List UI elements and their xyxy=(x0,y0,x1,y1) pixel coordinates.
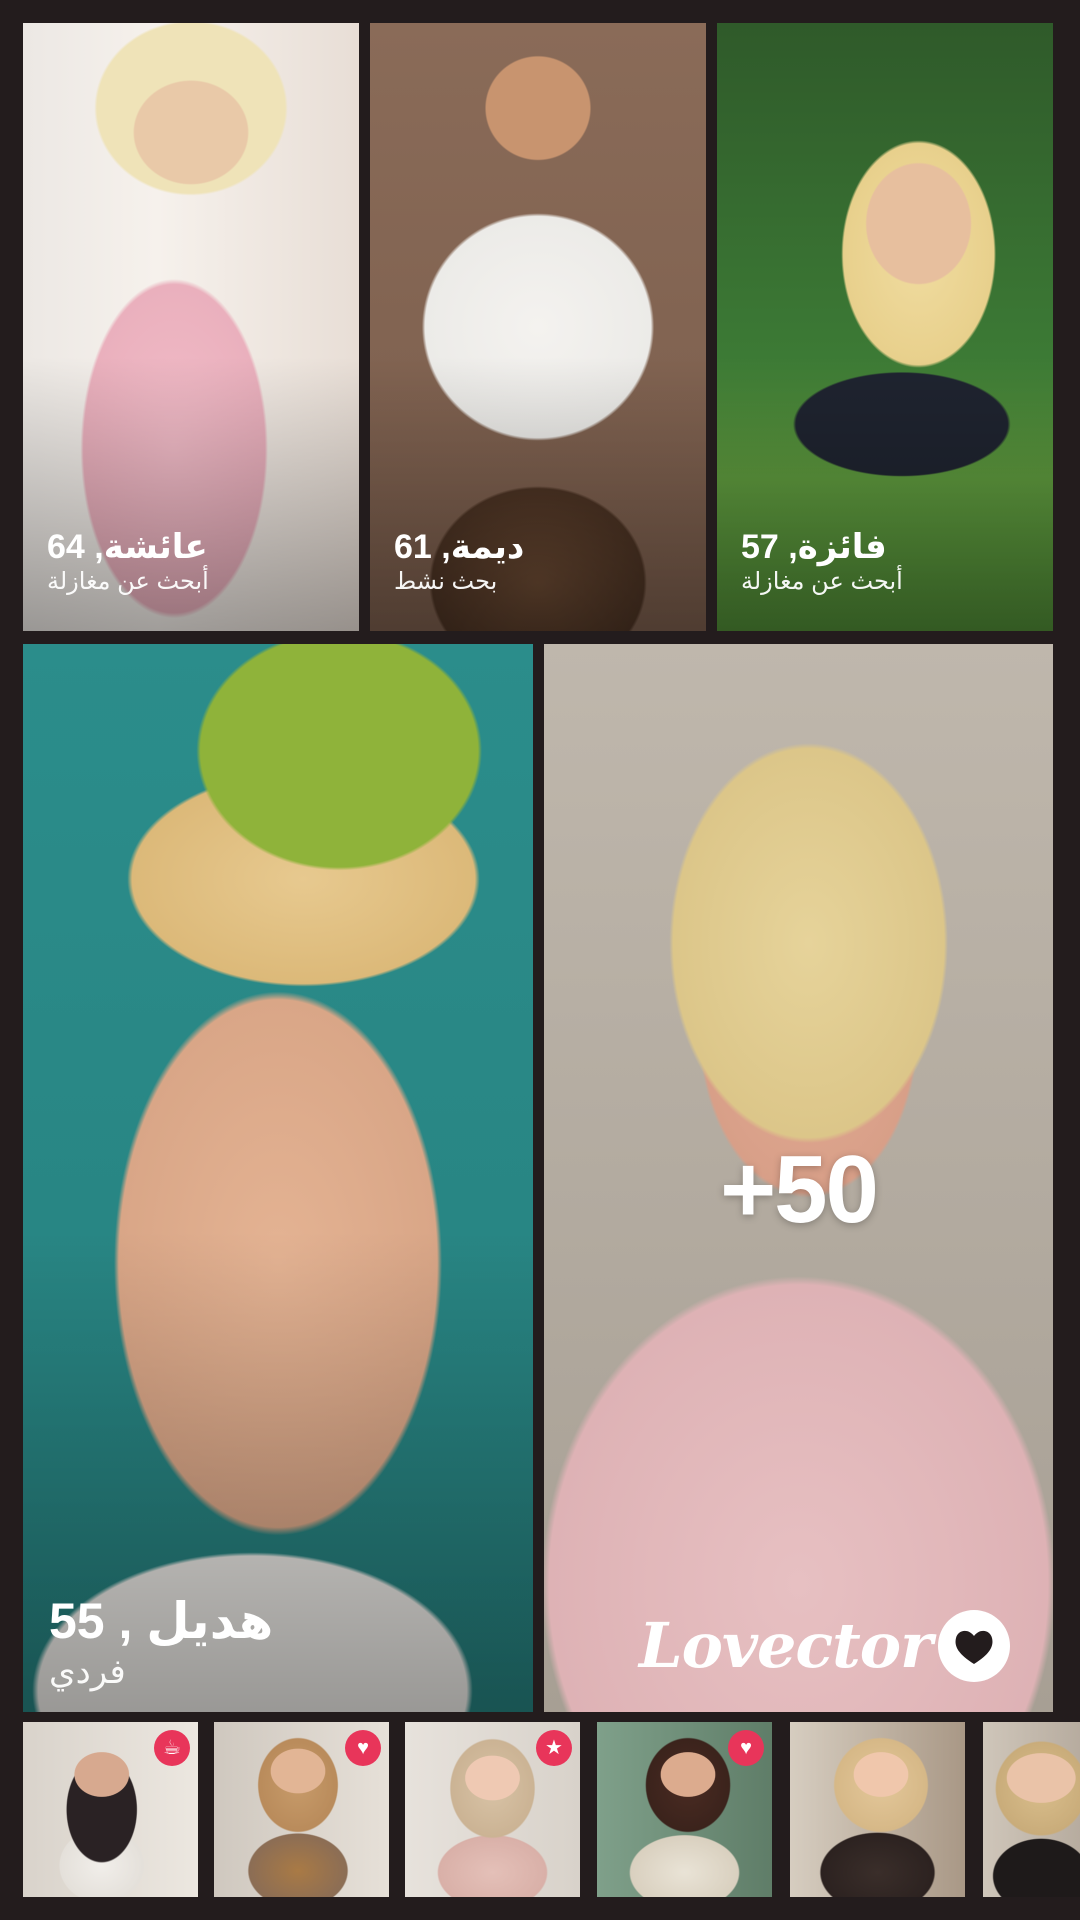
heart-icon: ♥ xyxy=(345,1730,381,1766)
profile-name: هديل , 55 xyxy=(49,1593,274,1649)
profile-caption: فائزة, 57 أبحث عن مغازلة xyxy=(741,527,903,597)
profile-grid: عائشة, 64 أبحث عن مغازلة ديمة, 61 بحث نش… xyxy=(0,0,1080,1920)
brand-wordmark: Lovector xyxy=(639,1609,933,1682)
profile-caption: عائشة, 64 أبحث عن مغازلة xyxy=(47,527,209,597)
cup-icon: ☕ xyxy=(154,1730,190,1766)
brand-heart-icon xyxy=(937,1609,1010,1682)
profile-card-faiza[interactable]: فائزة, 57 أبحث عن مغازلة xyxy=(717,23,1053,631)
profile-caption: هديل , 55 فردي xyxy=(49,1592,273,1694)
profile-card-dima[interactable]: ديمة, 61 بحث نشط xyxy=(370,23,706,631)
profile-tagline: أبحث عن مغازلة xyxy=(741,568,903,595)
profile-caption: ديمة, 61 بحث نشط xyxy=(394,527,524,597)
profile-name: فائزة, 57 xyxy=(741,528,887,566)
profile-name: ديمة, 61 xyxy=(394,528,525,566)
thumbnail-6[interactable] xyxy=(983,1722,1080,1897)
profile-tagline: بحث نشط xyxy=(394,568,498,595)
more-count-label: +50 xyxy=(720,1136,879,1244)
profile-card-hadeel[interactable]: هديل , 55 فردي xyxy=(23,644,533,1712)
thumbnail-2[interactable]: ♥ xyxy=(214,1722,389,1897)
profile-card-aisha[interactable]: عائشة, 64 أبحث عن مغازلة xyxy=(23,23,359,631)
thumbnail-photo xyxy=(983,1722,1080,1897)
brand-logo: Lovector xyxy=(639,1609,1010,1682)
more-profiles-card[interactable]: +50 Lovector xyxy=(544,644,1053,1712)
heart-icon: ♥ xyxy=(728,1730,764,1766)
thumbnail-1[interactable]: ☕ xyxy=(23,1722,198,1897)
profile-name: عائشة, 64 xyxy=(47,528,208,566)
star-icon: ★ xyxy=(536,1730,572,1766)
thumbnail-photo xyxy=(790,1722,965,1897)
thumbnail-5[interactable] xyxy=(790,1722,965,1897)
thumbnail-3[interactable]: ★ xyxy=(405,1722,580,1897)
thumbnail-4[interactable]: ♥ xyxy=(597,1722,772,1897)
profile-tagline: فردي xyxy=(49,1653,126,1691)
profile-tagline: أبحث عن مغازلة xyxy=(47,568,209,595)
